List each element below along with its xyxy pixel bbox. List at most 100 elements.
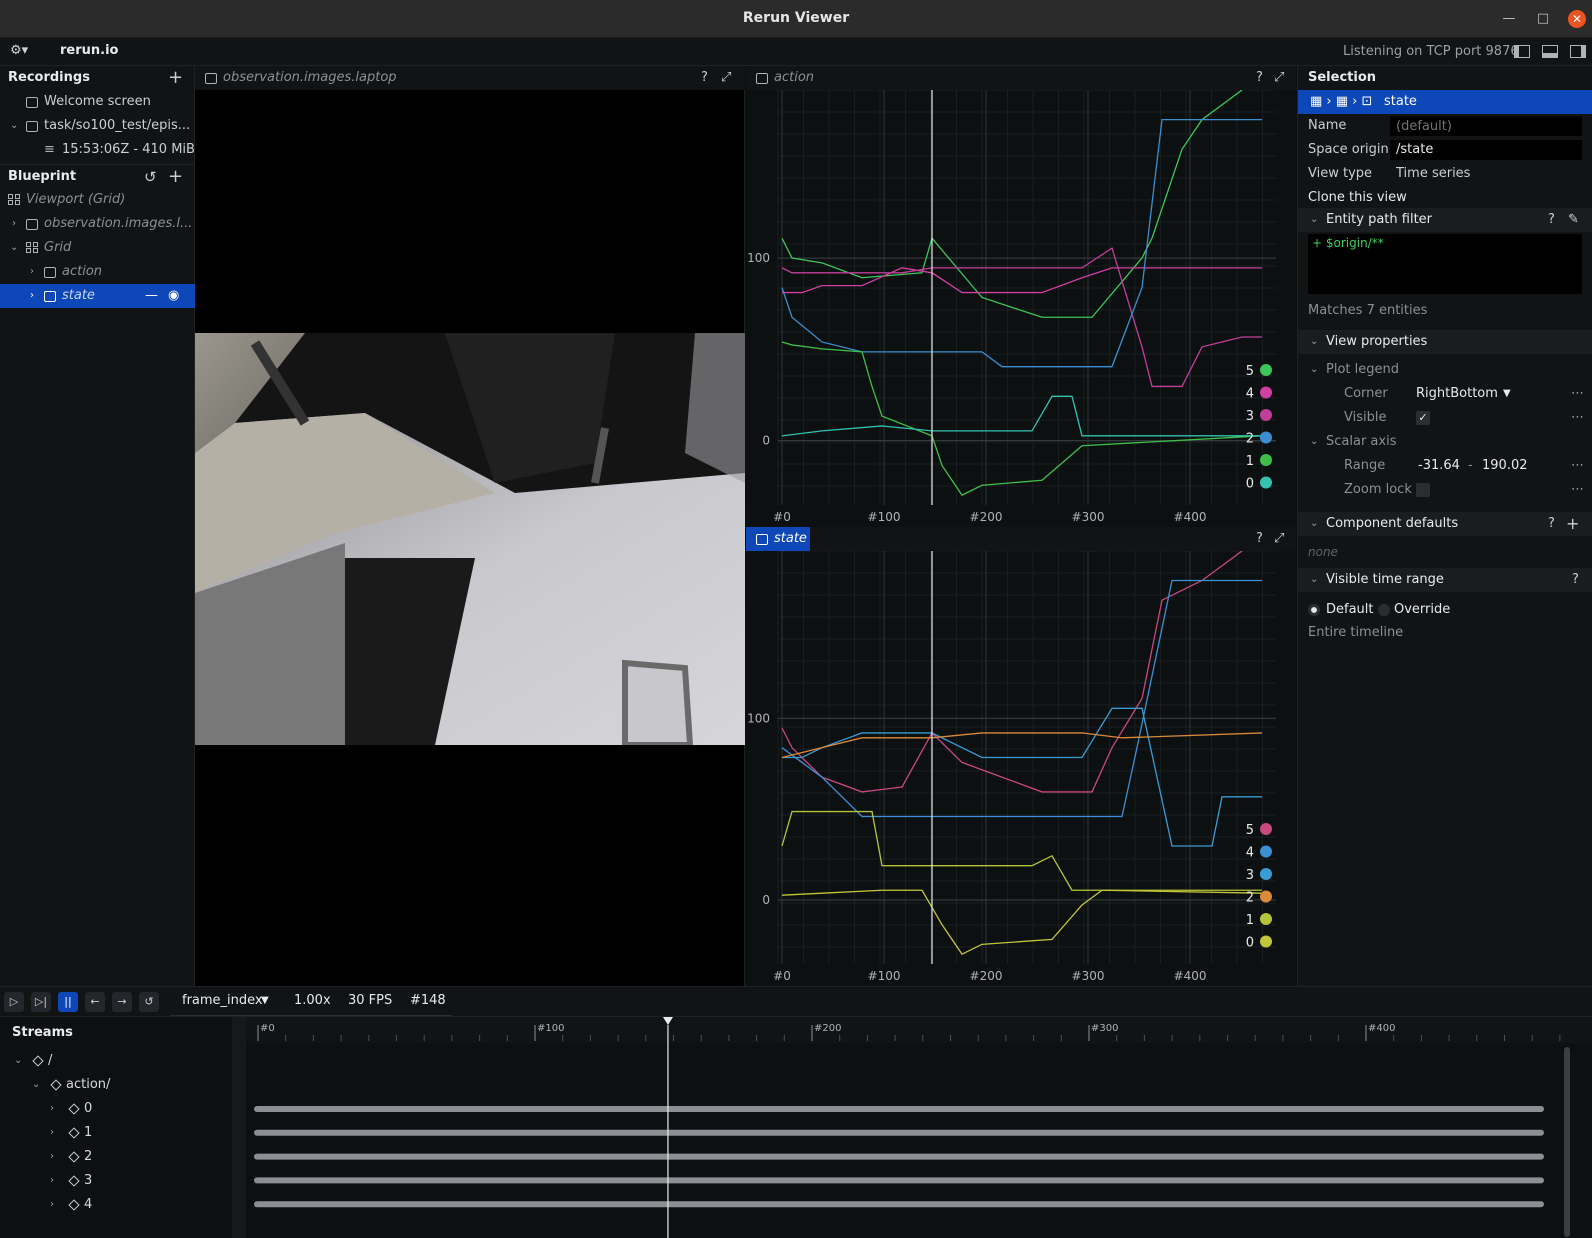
chevron-down-icon[interactable]: ⌄ [14, 1049, 22, 1073]
origin-field[interactable]: /state [1390, 140, 1582, 160]
streams-divider[interactable] [232, 1017, 246, 1238]
fps-setting[interactable]: 30 FPS [348, 993, 392, 1008]
recording-item-task[interactable]: ⌄ task/so100_test/epis... [0, 114, 195, 138]
override-radio[interactable] [1378, 604, 1390, 616]
chevron-right-icon[interactable]: › [12, 212, 16, 236]
recording-item-welcome[interactable]: Welcome screen [0, 90, 195, 114]
maximize-view-icon[interactable]: ⤢ [721, 66, 731, 90]
reset-blueprint-icon[interactable]: ↺ [144, 165, 157, 188]
chevron-right-icon[interactable]: › [50, 1097, 54, 1121]
legend-swatch[interactable] [1260, 476, 1272, 489]
chevron-down-icon[interactable]: ⌄ [1310, 430, 1318, 454]
blueprint-item-state[interactable]: › state — ◉ [0, 284, 195, 308]
default-radio[interactable] [1308, 604, 1320, 616]
default-radio-label[interactable]: Default [1326, 598, 1374, 622]
stream-data-bar[interactable] [254, 1129, 1544, 1136]
chevron-down-icon[interactable]: ⌄ [32, 1073, 40, 1097]
stream-row[interactable]: › 4 [0, 1193, 232, 1217]
action-view-header[interactable]: action ? ⤢ [746, 66, 1296, 90]
legend-swatch[interactable] [1260, 823, 1272, 835]
maximize-icon[interactable]: □ [1534, 10, 1552, 28]
chevron-right-icon[interactable]: › [50, 1121, 54, 1145]
chevron-down-icon[interactable]: ⌄ [1310, 358, 1318, 382]
close-icon[interactable]: ✕ [1568, 10, 1586, 28]
stream-data-bar[interactable] [254, 1177, 1544, 1184]
entity-filter-editor[interactable]: + $origin/** [1308, 234, 1582, 294]
legend-swatch[interactable] [1260, 409, 1272, 421]
add-view-icon[interactable]: + [168, 165, 183, 188]
add-recording-icon[interactable]: + [168, 66, 183, 90]
loop-icon[interactable]: ↺ [139, 992, 159, 1012]
toggle-left-panel-icon[interactable] [1514, 45, 1530, 58]
stream-row[interactable]: ⌄ / [0, 1049, 232, 1073]
more-icon[interactable]: ⋯ [1571, 382, 1585, 406]
stream-row[interactable]: › 2 [0, 1145, 232, 1169]
corner-dropdown[interactable]: RightBottom [1416, 382, 1498, 406]
legend-swatch[interactable] [1260, 913, 1272, 925]
chevron-down-icon[interactable]: ⌄ [1310, 330, 1318, 354]
zoom-lock-checkbox[interactable] [1416, 483, 1430, 497]
stream-row[interactable]: › 1 [0, 1121, 232, 1145]
chevron-right-icon[interactable]: › [50, 1169, 54, 1193]
chevron-down-icon[interactable]: ⌄ [10, 114, 18, 138]
scalar-axis-row[interactable]: ⌄ Scalar axis [1298, 430, 1592, 454]
step-back-icon[interactable]: ← [85, 992, 105, 1012]
maximize-view-icon[interactable]: ⤢ [1274, 527, 1284, 551]
chevron-right-icon[interactable]: › [50, 1193, 54, 1217]
step-icon[interactable]: ▷| [31, 992, 51, 1012]
legend-swatch[interactable] [1260, 845, 1272, 858]
range-min-field[interactable]: -31.64 [1418, 454, 1460, 478]
stream-row[interactable]: › 0 [0, 1097, 232, 1121]
legend-swatch[interactable] [1260, 868, 1272, 880]
help-icon[interactable]: ? [1572, 568, 1579, 592]
component-defaults-section[interactable]: ⌄ Component defaults ? + [1298, 512, 1592, 536]
stream-row[interactable]: ⌄ action/ [0, 1073, 232, 1097]
view-properties-section[interactable]: ⌄ View properties [1298, 330, 1592, 354]
blueprint-item-grid[interactable]: ⌄ Grid [0, 236, 195, 260]
help-icon[interactable]: ? [1548, 208, 1555, 232]
more-icon[interactable]: ⋯ [1571, 454, 1585, 478]
stream-data-bar[interactable] [254, 1153, 1544, 1160]
grid-icon[interactable]: ▦ › ▦ › ⊡ [1310, 90, 1372, 114]
blueprint-item-image[interactable]: › observation.images.l... [0, 212, 195, 236]
streams-scrollbar[interactable] [1564, 1047, 1570, 1237]
entity-filter-section[interactable]: ⌄ Entity path filter ? ✎ [1298, 208, 1592, 232]
brand-link[interactable]: rerun.io [60, 43, 118, 58]
visible-checkbox[interactable]: ✓ [1416, 411, 1430, 425]
stream-data-bar[interactable] [254, 1201, 1544, 1208]
chevron-down-icon[interactable]: ⌄ [10, 236, 18, 260]
chevron-right-icon[interactable]: › [30, 284, 34, 308]
time-ruler[interactable]: #0 #100 #200 #300 #400 [246, 1017, 1592, 1238]
plot-legend-row[interactable]: ⌄ Plot legend [1298, 358, 1592, 382]
override-radio-label[interactable]: Override [1394, 598, 1450, 622]
help-icon[interactable]: ? [1256, 66, 1263, 90]
stream-data-bar[interactable] [254, 1106, 1544, 1112]
blueprint-item-viewport[interactable]: Viewport (Grid) [0, 188, 195, 212]
blueprint-item-action[interactable]: › action [0, 260, 195, 284]
chevron-down-icon[interactable]: ⌄ [1310, 568, 1318, 592]
more-icon[interactable]: ⋯ [1571, 406, 1585, 430]
legend-swatch[interactable] [1260, 890, 1272, 903]
legend-swatch[interactable] [1260, 454, 1272, 466]
minimize-icon[interactable]: — [1500, 10, 1518, 28]
playback-speed[interactable]: 1.00x [294, 993, 331, 1008]
remove-icon[interactable]: — [145, 284, 158, 308]
dropdown-caret-icon[interactable]: ▼ [1503, 382, 1511, 406]
edit-icon[interactable]: ✎ [1568, 208, 1579, 232]
maximize-view-icon[interactable]: ⤢ [1274, 66, 1284, 90]
stream-row[interactable]: › 3 [0, 1169, 232, 1193]
visible-time-range-section[interactable]: ⌄ Visible time range ? [1298, 568, 1592, 592]
add-icon[interactable]: + [1566, 512, 1579, 536]
pause-icon[interactable]: || [58, 992, 78, 1012]
rerun-menu-icon[interactable]: ⚙▾ [10, 43, 32, 61]
toggle-right-panel-icon[interactable] [1570, 45, 1586, 58]
chevron-down-icon[interactable]: ⌄ [1310, 208, 1318, 232]
step-forward-icon[interactable]: → [112, 992, 132, 1012]
action-plot[interactable]: #0 #100 #200 #300 #400 100 0 5 4 3 2 1 0 [746, 90, 1296, 527]
eye-icon[interactable]: ◉ [168, 284, 179, 308]
clone-view-button[interactable]: Clone this view [1298, 186, 1592, 210]
legend-swatch[interactable] [1260, 364, 1272, 376]
current-frame[interactable]: #148 [410, 993, 446, 1008]
help-icon[interactable]: ? [1548, 512, 1555, 536]
state-view-header[interactable]: state ? ⤢ [746, 527, 1296, 551]
